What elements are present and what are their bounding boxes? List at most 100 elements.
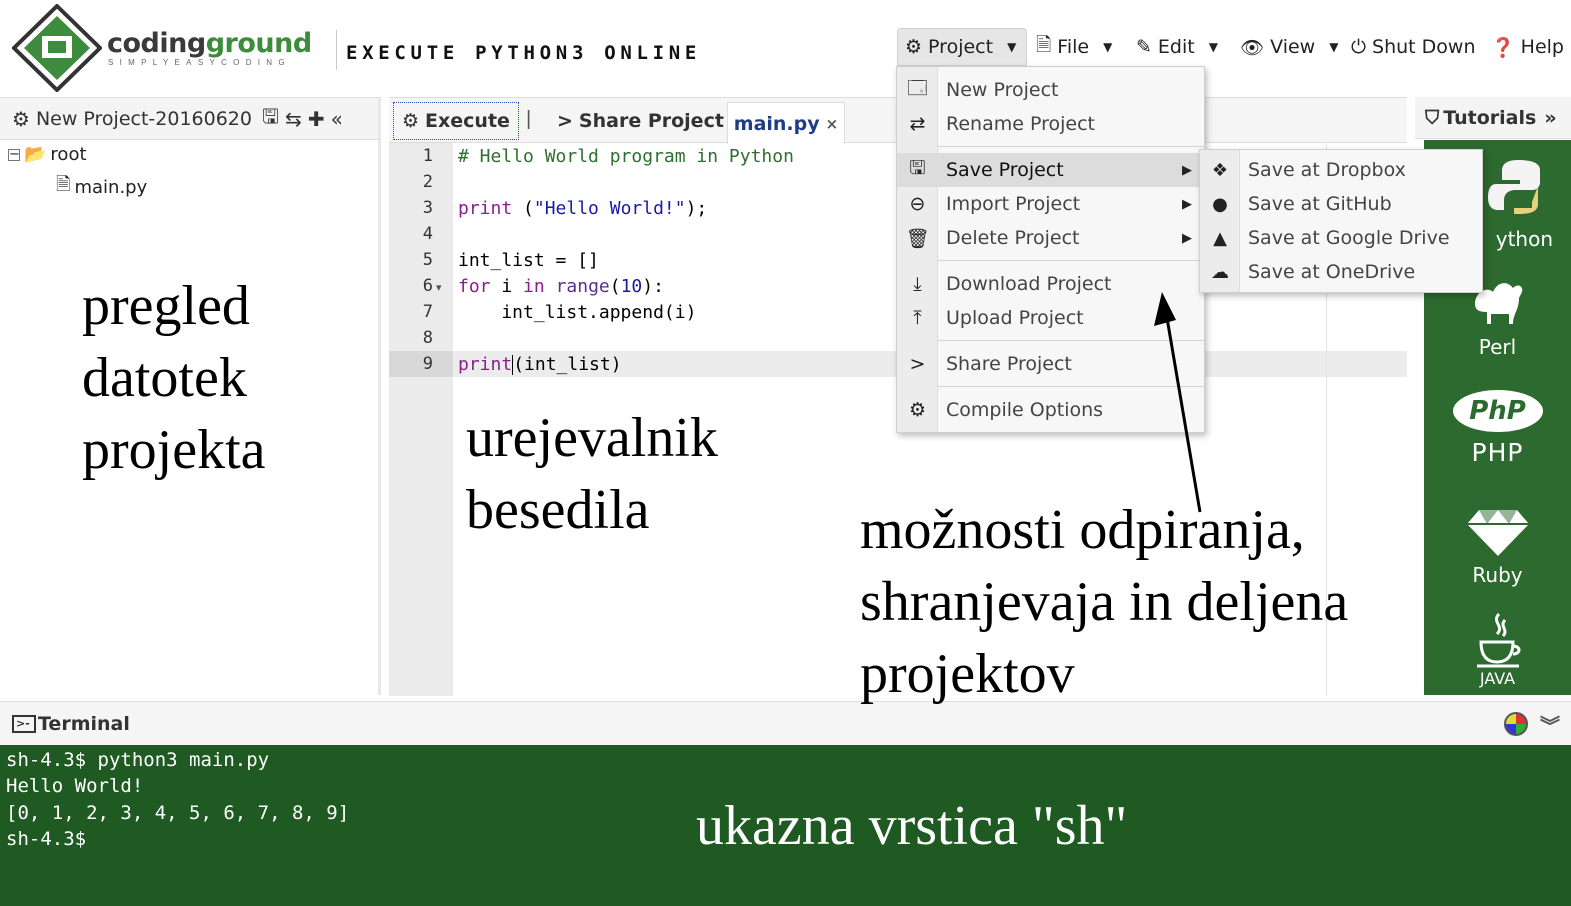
menu-item-rename-project[interactable]: ⇄ Rename Project: [897, 107, 1204, 141]
tutorials-icon: ⛉: [1425, 106, 1440, 129]
menu-item-label: Save Project: [946, 159, 1064, 181]
project-name[interactable]: New Project-20160620: [36, 108, 252, 130]
php-logo-icon: PhP: [1452, 390, 1543, 432]
menu-item-delete-project[interactable]: 🗑 Delete Project ▶: [897, 221, 1204, 255]
terminal-icon: >-: [12, 714, 36, 733]
line-number: 9: [422, 354, 433, 374]
caret-down-icon: ▼: [1329, 40, 1339, 54]
menu-item-label: Save at GitHub: [1248, 193, 1392, 215]
tutorial-java[interactable]: JAVA: [1424, 612, 1571, 688]
menu-help[interactable]: ❓ Help: [1491, 28, 1564, 66]
menu-item-save-dropbox[interactable]: ❖ Save at Dropbox: [1200, 153, 1482, 187]
menu-edit[interactable]: ✎ Edit ▼: [1136, 28, 1218, 66]
google-drive-icon: ▲: [1213, 227, 1227, 249]
collapse-icon[interactable]: »: [1544, 107, 1556, 129]
code-line-3[interactable]: print ("Hello World!");: [458, 198, 707, 219]
menu-project[interactable]: ⚙ Project ▼: [897, 28, 1027, 66]
tab-label: main.py: [733, 112, 820, 135]
save-submenu: ❖ Save at Dropbox ● Save at GitHub ▲ Sav…: [1199, 149, 1483, 293]
annotation-editor: urejevalnik besedila: [466, 402, 718, 546]
code-line-6[interactable]: for i in range(10):: [458, 276, 664, 297]
brand-part2: ground: [205, 28, 312, 59]
line-number: 4: [422, 224, 433, 244]
power-icon: ⏻: [1351, 36, 1367, 58]
line-number: 2: [422, 172, 433, 192]
repeat-icon[interactable]: ⇆: [285, 107, 302, 131]
brand-part1: coding: [107, 28, 206, 59]
menu-item-save-onedrive[interactable]: ☁ Save at OneDrive: [1200, 255, 1482, 289]
share-label: Share Project: [578, 110, 724, 132]
execute-button[interactable]: ⚙ Execute: [393, 102, 519, 140]
collapse-toggle-icon[interactable]: −: [8, 148, 20, 161]
annotation-line: besedila: [466, 479, 650, 541]
menu-item-import-project[interactable]: ⊖ Import Project ▶: [897, 187, 1204, 221]
new-project-icon: 🗔: [907, 77, 928, 99]
menu-project-label: Project: [928, 36, 994, 58]
python-icon: [1487, 160, 1540, 214]
menu-item-label: Save at Dropbox: [1248, 159, 1406, 181]
brand-tagline: SIMPLYEASYCODING: [108, 58, 291, 67]
menu-divider: [938, 260, 1204, 261]
save-icon[interactable]: 🖫: [262, 102, 279, 136]
menu-view-label: View: [1270, 36, 1316, 58]
menu-edit-label: Edit: [1157, 36, 1195, 58]
logo-icon[interactable]: [12, 4, 102, 92]
code-line-9[interactable]: print(int_list): [458, 354, 622, 375]
menu-item-label: Save at Google Drive: [1248, 227, 1450, 249]
menu-file[interactable]: 🗎 File ▼: [1036, 28, 1112, 66]
tutorial-ruby[interactable]: Ruby: [1424, 508, 1571, 587]
annotation-line: shranjevaja in deljena: [860, 571, 1349, 633]
share-icon: >: [909, 353, 926, 375]
line-number: 7: [422, 302, 433, 322]
menu-item-save-project[interactable]: 🖫 Save Project ▶: [897, 153, 1204, 187]
tree-node-main-py[interactable]: 🗎 main.py: [56, 172, 147, 202]
annotation-line: datotek: [82, 347, 247, 409]
line-number: 3: [422, 198, 433, 218]
line-number: 8: [422, 328, 433, 348]
compile-icon: ⚙: [908, 399, 927, 421]
annotation-terminal: ukazna vrstica "sh": [696, 795, 1128, 857]
project-bar: ⚙ New Project-20160620 🖫 ⇆ ✚ «: [0, 98, 378, 140]
theme-icon[interactable]: [1504, 712, 1528, 736]
menu-view[interactable]: 👁 View ▼: [1240, 28, 1338, 66]
annotation-line: možnosti odpiranja,: [860, 499, 1305, 561]
menu-item-save-google-drive[interactable]: ▲ Save at Google Drive: [1200, 221, 1482, 255]
terminal-line: [0, 1, 2, 3, 4, 5, 6, 7, 8, 9]: [6, 802, 350, 824]
header-divider: [336, 30, 337, 70]
file-icon: 🗎: [1036, 34, 1052, 56]
menu-item-label: New Project: [946, 79, 1059, 101]
menu-file-label: File: [1057, 36, 1090, 58]
code-line-1[interactable]: # Hello World program in Python: [458, 146, 794, 167]
terminal-line: Hello World!: [6, 775, 144, 797]
help-icon: ❓: [1491, 36, 1515, 59]
ruby-icon: [1466, 510, 1529, 556]
share-project-button[interactable]: > Share Project: [549, 102, 732, 140]
menu-item-new-project[interactable]: 🗔 New Project: [897, 73, 1204, 107]
code-line-5[interactable]: int_list = []: [458, 250, 599, 271]
menu-shutdown[interactable]: ⏻ Shut Down: [1351, 28, 1476, 66]
close-icon[interactable]: ×: [826, 115, 839, 133]
menu-help-label: Help: [1520, 36, 1564, 58]
tab-main-py[interactable]: main.py ×: [727, 102, 845, 144]
code-line-7[interactable]: int_list.append(i): [458, 302, 696, 323]
menu-item-save-github[interactable]: ● Save at GitHub: [1200, 187, 1482, 221]
java-icon: [1476, 612, 1520, 668]
share-icon: >: [557, 110, 573, 132]
collapse-icon[interactable]: «: [331, 107, 343, 131]
tutorial-php[interactable]: PhP PHP: [1424, 390, 1571, 467]
gear-icon[interactable]: ⚙: [12, 107, 30, 131]
page-title: EXECUTE PYTHON3 ONLINE: [346, 42, 702, 64]
onedrive-icon: ☁: [1211, 261, 1229, 283]
save-icon: 🖫: [909, 157, 926, 179]
terminal-label: Terminal: [38, 712, 130, 735]
fold-toggle-icon[interactable]: ▾: [436, 281, 442, 294]
annotation-file-panel: pregled datotek projekta: [82, 270, 265, 486]
line-number: 1: [422, 146, 433, 166]
tree-node-root[interactable]: − 📂 root: [8, 144, 87, 165]
annotation-arrow: [1154, 292, 1202, 513]
edit-icon: ✎: [1136, 36, 1152, 58]
tree-file-label: main.py: [74, 176, 148, 198]
tutorials-header[interactable]: ⛉ Tutorials »: [1415, 97, 1571, 139]
plus-icon[interactable]: ✚: [308, 107, 325, 131]
chevron-double-down-icon[interactable]: ︾: [1540, 710, 1560, 739]
